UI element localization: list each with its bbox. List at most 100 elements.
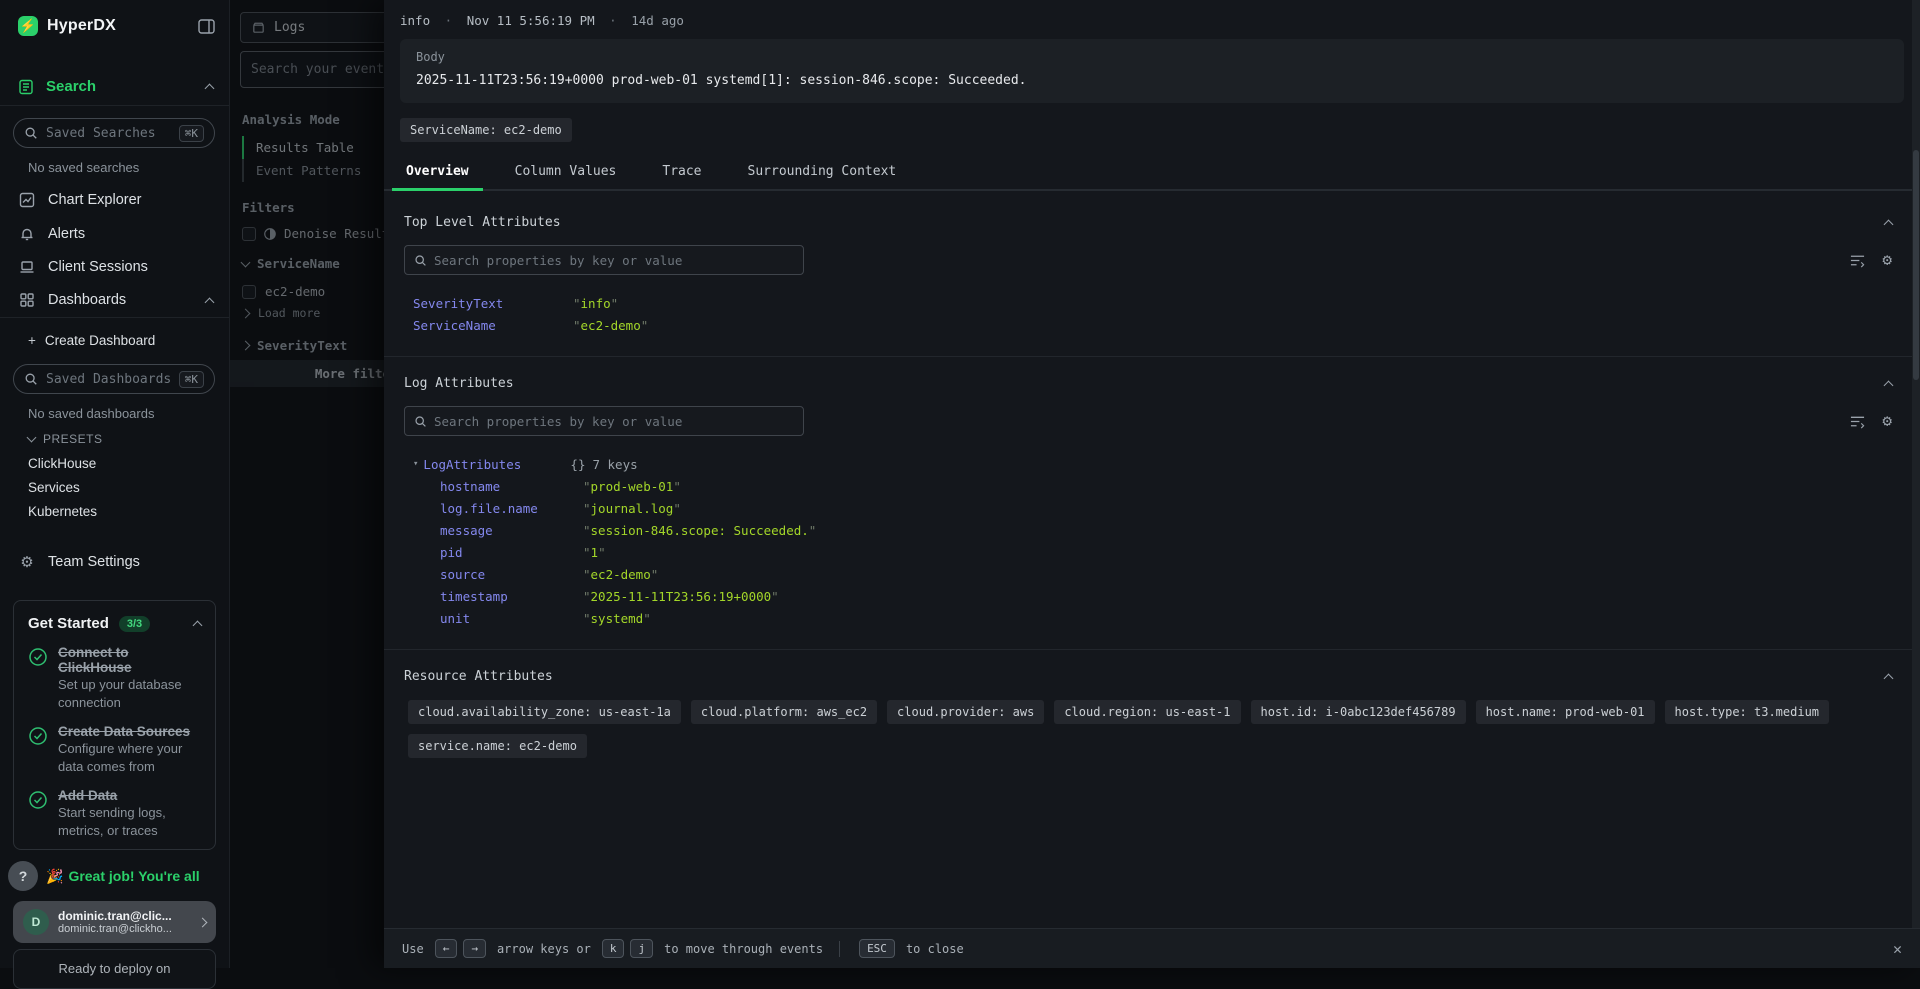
drawer-footer: Use ← → arrow keys or k j to move throug…	[384, 928, 1920, 968]
chevron-up-icon[interactable]	[193, 621, 203, 631]
team-settings-label: Team Settings	[48, 554, 140, 570]
attribute-value[interactable]: ec2-demo	[573, 318, 648, 333]
attribute-value[interactable]: 2025-11-11T23:56:19+0000	[583, 589, 779, 604]
collapse-sidebar-icon[interactable]	[198, 19, 215, 34]
resource-chip[interactable]: service.name: ec2-demo	[408, 734, 587, 758]
saved-searches-placeholder: Saved Searches	[46, 126, 156, 141]
attribute-value[interactable]: info	[573, 296, 618, 311]
presets-toggle[interactable]: PRESETS	[28, 432, 103, 446]
filter-group-severitytext[interactable]: SeverityText	[242, 338, 347, 353]
arrow-left-key: ←	[435, 939, 458, 958]
tab-surrounding-context[interactable]: Surrounding Context	[734, 155, 911, 189]
resource-chip[interactable]: cloud.availability_zone: us-east-1a	[408, 700, 681, 724]
preset-services[interactable]: Services	[28, 480, 80, 495]
attribute-value[interactable]: systemd	[583, 611, 651, 626]
attribute-key[interactable]: pid	[440, 545, 583, 560]
wrap-lines-icon[interactable]	[1849, 253, 1866, 268]
service-name-tag[interactable]: ServiceName: ec2-demo	[400, 118, 572, 142]
sidebar-item-label: Client Sessions	[48, 259, 148, 275]
sidebar-item-alerts[interactable]: Alerts	[18, 220, 213, 248]
scrollbar-thumb[interactable]	[1913, 150, 1919, 380]
section-title: Top Level Attributes	[404, 215, 561, 230]
celebration-text: 🎉Great job! You're all	[46, 868, 200, 885]
tab-overview[interactable]: Overview	[392, 155, 483, 189]
caret-down-icon[interactable]: ▾	[413, 459, 418, 469]
collapse-section-icon[interactable]	[1884, 381, 1894, 391]
chevron-up-icon[interactable]	[205, 297, 215, 307]
attribute-row: unit systemd	[440, 607, 1892, 629]
attribute-row: hostname prod-web-01	[440, 475, 1892, 497]
saved-dashboards-input[interactable]: Saved Dashboards ⌘K	[13, 364, 215, 394]
sidebar-item-client-sessions[interactable]: Client Sessions	[18, 253, 213, 281]
preset-clickhouse[interactable]: ClickHouse	[28, 456, 96, 471]
attribute-value[interactable]: 1	[583, 545, 606, 560]
denoise-filter-row[interactable]: Denoise Results	[242, 226, 397, 241]
attribute-key[interactable]: message	[440, 523, 583, 538]
attribute-key[interactable]: ServiceName	[413, 318, 573, 333]
help-button[interactable]: ?	[8, 861, 38, 891]
close-icon[interactable]: ✕	[1893, 940, 1902, 958]
user-name: dominic.tran@clic...	[58, 909, 172, 923]
collapse-section-icon[interactable]	[1884, 674, 1894, 684]
tree-root-row[interactable]: ▾ LogAttributes {}7 keys	[413, 453, 1892, 475]
get-started-step[interactable]: Connect to ClickHouse Set up your databa…	[28, 645, 201, 711]
filter-group-servicename[interactable]: ServiceName	[242, 256, 340, 271]
attribute-key[interactable]: LogAttributes	[423, 457, 570, 472]
sidebar-item-team-settings[interactable]: ⚙ Team Settings	[18, 548, 213, 576]
gear-icon[interactable]: ⚙	[1882, 413, 1892, 429]
attribute-key[interactable]: timestamp	[440, 589, 583, 604]
collapse-section-icon[interactable]	[1884, 220, 1894, 230]
resource-chip[interactable]: host.id: i-0abc123def456789	[1251, 700, 1466, 724]
tab-trace[interactable]: Trace	[648, 155, 715, 189]
sidebar-item-chart-explorer[interactable]: Chart Explorer	[18, 186, 213, 214]
tab-column-values[interactable]: Column Values	[501, 155, 631, 189]
saved-searches-input[interactable]: Saved Searches ⌘K	[13, 118, 215, 148]
divider	[0, 105, 229, 106]
resource-chip[interactable]: cloud.region: us-east-1	[1054, 700, 1240, 724]
step-title: Create Data Sources	[58, 724, 201, 739]
attribute-value[interactable]: journal.log	[583, 501, 681, 516]
resource-chip[interactable]: cloud.provider: aws	[887, 700, 1044, 724]
j-key: j	[630, 939, 653, 958]
esc-key: ESC	[859, 939, 895, 958]
attribute-value[interactable]: ec2-demo	[583, 567, 658, 582]
gear-icon[interactable]: ⚙	[1882, 252, 1892, 268]
property-search[interactable]	[404, 406, 804, 436]
preset-kubernetes[interactable]: Kubernetes	[28, 504, 97, 519]
event-detail-drawer: info · Nov 11 5:56:19 PM · 14d ago Body …	[384, 0, 1920, 968]
attribute-key[interactable]: hostname	[440, 479, 583, 494]
presets-label: PRESETS	[43, 432, 103, 446]
get-started-step[interactable]: Add Data Start sending logs, metrics, or…	[28, 788, 201, 839]
checkbox[interactable]	[242, 285, 256, 299]
filter-value-ec2-demo[interactable]: ec2-demo	[242, 284, 325, 299]
property-search[interactable]	[404, 245, 804, 275]
resource-chip[interactable]: cloud.platform: aws_ec2	[691, 700, 877, 724]
attribute-value[interactable]: session-846.scope: Succeeded.	[583, 523, 816, 538]
chevron-up-icon[interactable]	[205, 84, 215, 94]
celebration-message: Great job! You're all	[68, 868, 199, 884]
mode-results-table[interactable]: Results Table	[242, 136, 361, 159]
celebration-row: ? 🎉Great job! You're all	[8, 855, 219, 897]
mode-event-patterns[interactable]: Event Patterns	[242, 159, 361, 182]
separator-dot: ·	[445, 13, 453, 28]
checkbox[interactable]	[242, 227, 256, 241]
chevron-right-icon	[198, 917, 208, 927]
attribute-key[interactable]: source	[440, 567, 583, 582]
create-dashboard-button[interactable]: +Create Dashboard	[28, 333, 155, 348]
sidebar-item-dashboards[interactable]: Dashboards	[18, 286, 213, 314]
property-search-input[interactable]	[434, 253, 794, 268]
property-search-input[interactable]	[434, 414, 794, 429]
wrap-lines-icon[interactable]	[1849, 414, 1866, 429]
attribute-key[interactable]: log.file.name	[440, 501, 583, 516]
attribute-key[interactable]: SeverityText	[413, 296, 573, 311]
get-started-step[interactable]: Create Data Sources Configure where your…	[28, 724, 201, 775]
grid-icon	[18, 292, 36, 308]
scrollbar[interactable]	[1912, 0, 1920, 928]
attribute-value[interactable]: prod-web-01	[583, 479, 681, 494]
sidebar-item-search[interactable]: Search	[18, 78, 213, 95]
resource-chip[interactable]: host.type: t3.medium	[1665, 700, 1830, 724]
load-more-button[interactable]: Load more	[242, 306, 320, 320]
attribute-key[interactable]: unit	[440, 611, 583, 626]
resource-chip[interactable]: host.name: prod-web-01	[1476, 700, 1655, 724]
user-profile-button[interactable]: D dominic.tran@clic... dominic.tran@clic…	[13, 901, 216, 943]
